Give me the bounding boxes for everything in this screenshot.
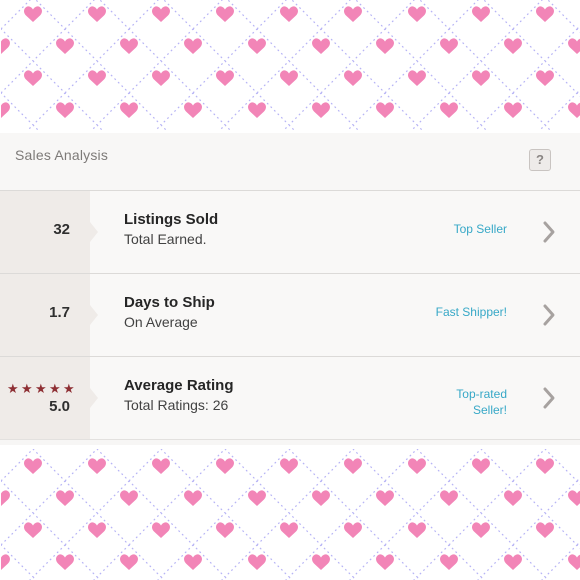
panel-header: Sales Analysis ? [0, 133, 580, 191]
listings-sold-title: Listings Sold [124, 211, 219, 228]
sales-analysis-panel: Sales Analysis ? 32 Listings Sold Total … [0, 133, 580, 445]
days-to-ship-title: Days to Ship [124, 294, 215, 311]
stat-value-cell: ★ ★ ★ ★ ★ 5.0 [0, 357, 98, 439]
listings-sold-row[interactable]: 32 Listings Sold Total Earned. Top Selle… [0, 191, 580, 274]
average-rating-title: Average Rating [124, 377, 234, 394]
star-icon: ★ [7, 381, 19, 396]
help-button[interactable]: ? [529, 149, 551, 171]
question-mark-icon: ? [536, 152, 544, 167]
average-rating-subtitle: Total Ratings: 26 [124, 397, 229, 413]
star-icon: ★ [49, 381, 61, 396]
chevron-right-icon[interactable] [540, 384, 558, 412]
heart-pattern-top [0, 0, 580, 133]
listings-sold-subtitle: Total Earned. [124, 231, 207, 247]
star-icon: ★ [63, 381, 75, 396]
star-icon: ★ [35, 381, 47, 396]
days-to-ship-row[interactable]: 1.7 Days to Ship On Average Fast Shipper… [0, 274, 580, 357]
seller-line: Seller! [472, 403, 507, 417]
page-title: Sales Analysis [15, 147, 109, 163]
chevron-right-icon[interactable] [540, 301, 558, 329]
fast-shipper-link[interactable]: Fast Shipper! [436, 305, 507, 319]
stat-value-cell: 32 [0, 191, 98, 273]
average-rating-value: 5.0 [49, 398, 70, 415]
chevron-right-icon[interactable] [540, 218, 558, 246]
days-to-ship-subtitle: On Average [124, 314, 198, 330]
rating-stars: ★ ★ ★ ★ ★ [7, 382, 76, 395]
days-to-ship-value: 1.7 [49, 304, 70, 321]
stat-value-cell: 1.7 [0, 274, 98, 356]
average-rating-row[interactable]: ★ ★ ★ ★ ★ 5.0 Average Rating Total Ratings: … [0, 357, 580, 440]
top-seller-link[interactable]: Top Seller [454, 222, 507, 236]
star-icon: ★ [21, 381, 33, 396]
top-rated-seller-link[interactable]: Top-rated Seller! [456, 386, 507, 418]
listings-sold-value: 32 [53, 221, 70, 238]
heart-pattern-bottom [0, 445, 580, 580]
top-rated-line: Top-rated [456, 387, 507, 401]
